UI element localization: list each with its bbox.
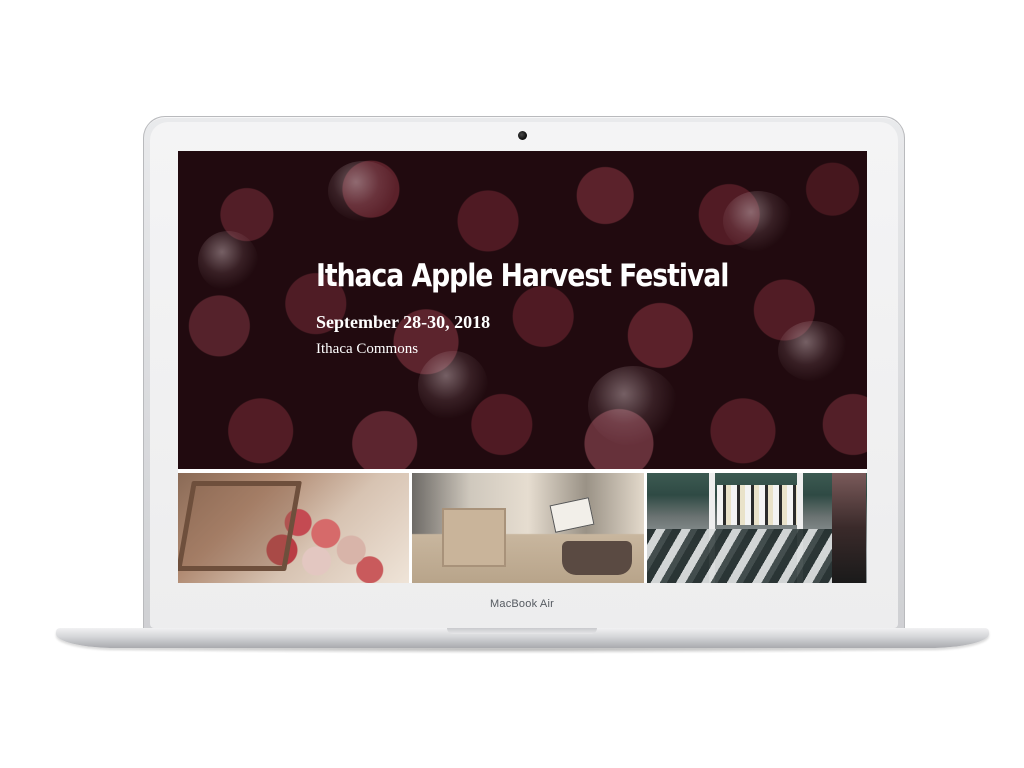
visitor-figure — [832, 473, 866, 583]
camera-icon — [518, 131, 527, 140]
vendor-table-photo[interactable] — [647, 473, 867, 583]
kettle-shape — [562, 541, 632, 575]
brand-label: MacBook Air — [490, 598, 554, 610]
apple-crate-photo[interactable] — [178, 473, 409, 583]
stall-table — [442, 508, 506, 567]
crate-shape — [178, 481, 302, 571]
market-stall-photo[interactable] — [412, 473, 644, 583]
display-shelf — [717, 485, 797, 525]
vendor-table — [647, 529, 837, 583]
opening-notch — [447, 628, 597, 634]
stall-sign — [549, 497, 595, 533]
laptop-mockup: Ithaca Apple Harvest Festival September … — [0, 0, 1024, 768]
gallery-row — [178, 151, 867, 583]
